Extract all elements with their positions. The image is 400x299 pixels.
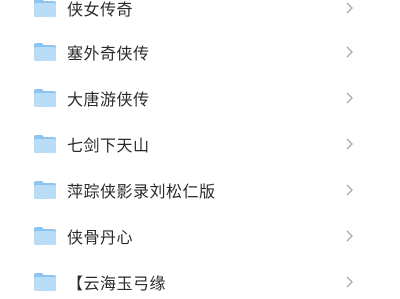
chevron-right-icon bbox=[346, 138, 353, 150]
folder-icon bbox=[34, 227, 56, 245]
folder-icon bbox=[34, 181, 56, 199]
folder-icon bbox=[34, 273, 56, 291]
folder-row[interactable]: 塞外奇侠传 bbox=[0, 29, 400, 75]
folder-row[interactable]: 七剑下天山 bbox=[0, 121, 400, 167]
chevron-right-icon bbox=[346, 184, 353, 196]
folder-icon bbox=[34, 43, 56, 61]
chevron-right-icon bbox=[346, 92, 353, 104]
folder-name: 【云海玉弓缘 bbox=[67, 274, 167, 293]
folder-list: 侠女传奇 塞外奇侠传 大唐游侠传 七剑下天山 萍踪侠影录刘松仁版 侠骨丹心 【云… bbox=[0, 0, 400, 299]
folder-row[interactable]: 侠女传奇 bbox=[0, 0, 400, 31]
folder-name: 萍踪侠影录刘松仁版 bbox=[67, 182, 216, 201]
chevron-right-icon bbox=[346, 230, 353, 242]
folder-row[interactable]: 【云海玉弓缘 bbox=[0, 259, 400, 299]
folder-row[interactable]: 侠骨丹心 bbox=[0, 213, 400, 259]
folder-name: 七剑下天山 bbox=[67, 136, 150, 155]
folder-name: 塞外奇侠传 bbox=[67, 44, 150, 63]
folder-name: 侠女传奇 bbox=[67, 0, 134, 19]
chevron-right-icon bbox=[346, 2, 353, 14]
folder-row[interactable]: 大唐游侠传 bbox=[0, 75, 400, 121]
folder-icon bbox=[34, 89, 56, 107]
chevron-right-icon bbox=[346, 276, 353, 288]
folder-icon bbox=[34, 135, 56, 153]
folder-row[interactable]: 萍踪侠影录刘松仁版 bbox=[0, 167, 400, 213]
chevron-right-icon bbox=[346, 46, 353, 58]
folder-name: 大唐游侠传 bbox=[67, 90, 150, 109]
folder-icon bbox=[34, 0, 56, 17]
folder-name: 侠骨丹心 bbox=[67, 228, 134, 247]
